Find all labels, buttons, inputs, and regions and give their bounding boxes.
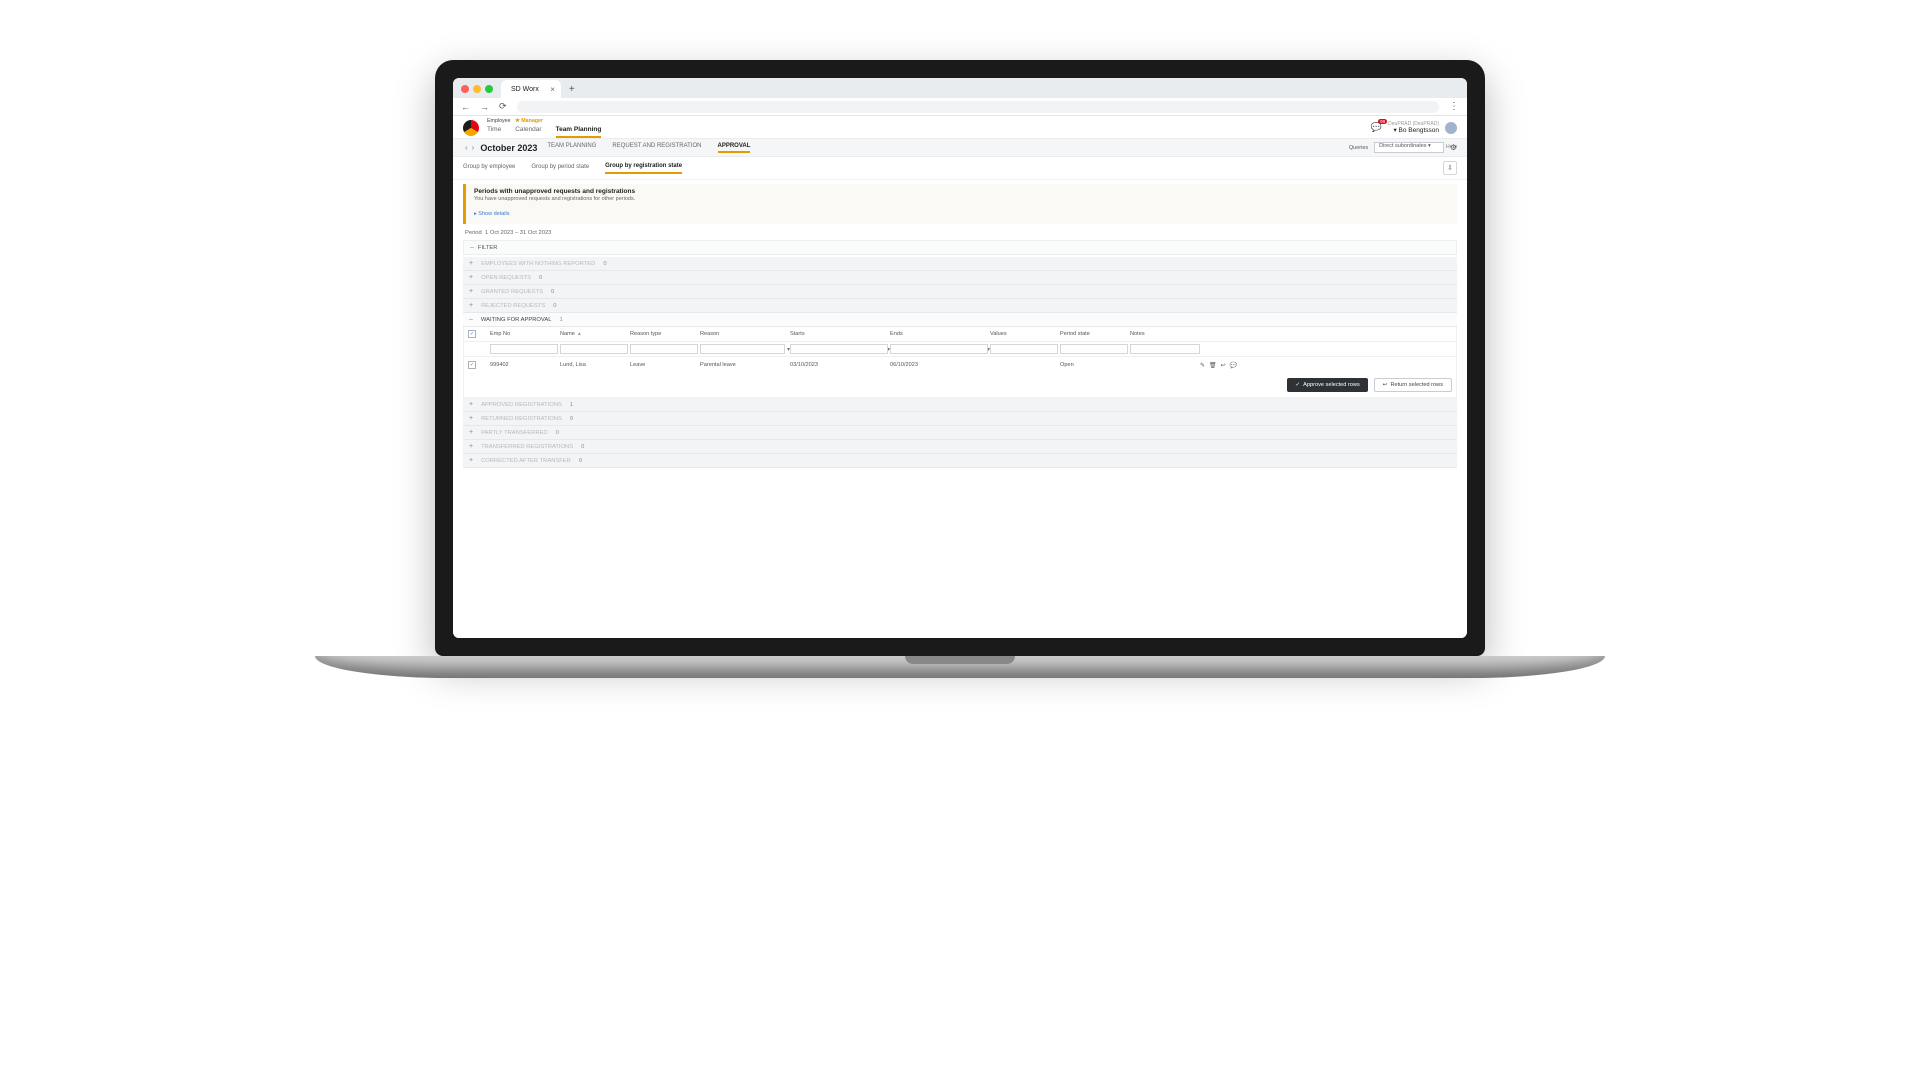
sec-waiting-approval[interactable]: –WAITING FOR APPROVAL1: [463, 313, 1457, 327]
back-icon[interactable]: ←: [461, 102, 470, 112]
address-bar[interactable]: [517, 101, 1439, 113]
filter-reason[interactable]: [700, 344, 785, 354]
filter-reason-type[interactable]: [630, 344, 698, 354]
col-starts[interactable]: Starts: [790, 331, 890, 337]
prev-month-button[interactable]: ‹: [463, 143, 470, 152]
tab-approval[interactable]: APPROVAL: [718, 143, 751, 153]
forward-icon[interactable]: →: [480, 102, 489, 112]
return-selected-button[interactable]: ↩ Return selected rows: [1374, 378, 1452, 392]
filter-toggle[interactable]: –FILTER: [463, 240, 1457, 255]
col-emp-no[interactable]: Emp No: [490, 331, 560, 337]
filter-emp-no[interactable]: [490, 344, 558, 354]
col-name[interactable]: Name▲: [560, 331, 630, 337]
sec-granted-requests[interactable]: +GRANTED REQUESTS0: [463, 285, 1457, 299]
period-range: 1 Oct 2023 – 31 Oct 2023: [485, 230, 551, 236]
cell-reason: Parental leave: [700, 362, 790, 368]
group-by-period-state[interactable]: Group by period state: [531, 164, 589, 173]
sec-approved-registrations[interactable]: +APPROVED REGISTRATIONS1: [463, 398, 1457, 412]
filter-notes[interactable]: [1130, 344, 1200, 354]
tab-request-registration[interactable]: REQUEST AND REGISTRATION: [612, 143, 701, 153]
current-month: October 2023: [480, 143, 537, 153]
role-manager[interactable]: Manager: [521, 118, 543, 124]
cell-name: Lund, Lisa: [560, 362, 630, 368]
close-tab-icon[interactable]: ×: [550, 85, 555, 94]
col-reason[interactable]: Reason: [700, 331, 790, 337]
alert-title: Periods with unapproved requests and reg…: [474, 188, 1449, 195]
sec-partly-transferred[interactable]: +PARTLY TRANSFERRED0: [463, 426, 1457, 440]
window-close-icon[interactable]: [461, 85, 469, 93]
tab-team-planning[interactable]: TEAM PLANNING: [547, 143, 596, 153]
group-by-registration-state[interactable]: Group by registration state: [605, 163, 682, 174]
next-month-button[interactable]: ›: [470, 143, 477, 152]
window-minimize-icon[interactable]: [473, 85, 481, 93]
col-values[interactable]: Values: [990, 331, 1060, 337]
unapproved-alert: Periods with unapproved requests and reg…: [463, 184, 1457, 224]
delete-icon[interactable]: 🗑: [1209, 362, 1217, 369]
col-reason-type[interactable]: Reason type: [630, 331, 700, 337]
cell-ends: 06/10/2023: [890, 362, 990, 368]
filter-name[interactable]: [560, 344, 628, 354]
alert-show-details[interactable]: ▸ Show details: [474, 211, 509, 217]
export-icon[interactable]: ⇩: [1443, 161, 1457, 175]
cell-starts: 03/10/2023: [790, 362, 890, 368]
reload-icon[interactable]: ⟳: [499, 101, 507, 112]
comment-icon[interactable]: 💬: [1230, 362, 1237, 369]
filter-ends[interactable]: [890, 344, 988, 354]
sec-nothing-reported[interactable]: +EMPLOYEES WITH NOTHING REPORTED0: [463, 257, 1457, 271]
cell-emp-no: 999402: [490, 362, 560, 368]
queries-label: Queries: [1349, 145, 1368, 151]
group-by-employee[interactable]: Group by employee: [463, 164, 515, 173]
col-period-state[interactable]: Period state: [1060, 331, 1130, 337]
edit-icon[interactable]: ✎: [1200, 362, 1205, 369]
col-ends[interactable]: Ends: [890, 331, 990, 337]
nav-team-planning[interactable]: Team Planning: [556, 126, 602, 138]
period-label: Period: [465, 230, 482, 236]
col-notes[interactable]: Notes: [1130, 331, 1200, 337]
sec-open-requests[interactable]: +OPEN REQUESTS0: [463, 271, 1457, 285]
queries-select[interactable]: Direct subordinates ▾: [1374, 142, 1444, 153]
filter-starts[interactable]: [790, 344, 888, 354]
sec-rejected-requests[interactable]: +REJECTED REQUESTS0: [463, 299, 1457, 313]
sec-transferred-registrations[interactable]: +TRANSFERRED REGISTRATIONS0: [463, 440, 1457, 454]
row-checkbox[interactable]: [468, 361, 476, 369]
browser-menu-icon[interactable]: ⋮: [1449, 101, 1459, 112]
user-name[interactable]: Bo Bengtsson: [1399, 127, 1439, 134]
new-tab-button[interactable]: +: [569, 84, 575, 95]
window-maximize-icon[interactable]: [485, 85, 493, 93]
filter-period-state[interactable]: [1060, 344, 1128, 354]
select-all-checkbox[interactable]: [468, 330, 476, 338]
browser-tab[interactable]: SD Worx ×: [501, 80, 561, 98]
tab-title: SD Worx: [511, 86, 539, 93]
approve-selected-button[interactable]: ✓ Approve selected rows: [1287, 378, 1367, 392]
nav-calendar[interactable]: Calendar: [515, 126, 541, 138]
sec-corrected-after-transfer[interactable]: +CORRECTED AFTER TRANSFER0: [463, 454, 1457, 468]
help-link[interactable]: Help: [1446, 144, 1457, 150]
filter-values[interactable]: [990, 344, 1058, 354]
return-icon[interactable]: ↩: [1221, 362, 1226, 369]
table-row: 999402 Lund, Lisa Leave Parental leave 0…: [464, 357, 1456, 373]
cell-reason-type: Leave: [630, 362, 700, 368]
avatar[interactable]: [1445, 122, 1457, 134]
sec-returned-registrations[interactable]: +RETURNED REGISTRATIONS0: [463, 412, 1457, 426]
nav-time[interactable]: Time: [487, 126, 501, 138]
brand-logo: [463, 120, 479, 136]
role-employee[interactable]: Employee: [487, 118, 511, 124]
notifications-icon[interactable]: 💬99: [1371, 122, 1382, 133]
alert-subtitle: You have unapproved requests and registr…: [474, 196, 1449, 202]
notification-badge: 99: [1378, 119, 1387, 124]
cell-period-state: Open: [1060, 362, 1130, 368]
